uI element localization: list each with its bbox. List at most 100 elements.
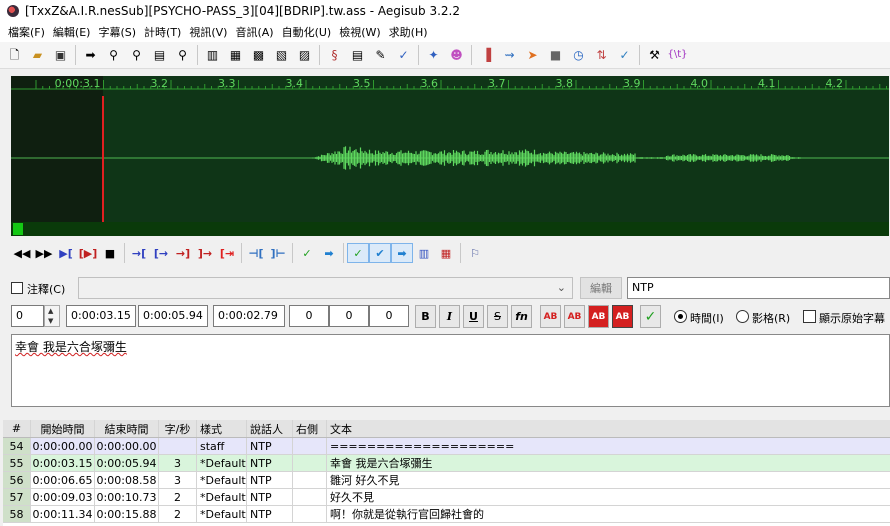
margin-right-field[interactable]: 0 bbox=[329, 305, 369, 327]
video-seek-button[interactable]: ⚲ bbox=[171, 44, 194, 66]
select-lines-button[interactable]: ■ bbox=[544, 44, 567, 66]
frame-radio[interactable] bbox=[736, 310, 749, 323]
commit-button[interactable]: ✓ bbox=[296, 243, 318, 263]
prev-line-button[interactable]: ◀◀ bbox=[11, 243, 33, 263]
play-after-button[interactable]: ]→ bbox=[194, 243, 216, 263]
table-row[interactable]: 58 0:00:11.34 0:00:15.88 2 *Default NTP 啊！你就是從… bbox=[3, 506, 890, 523]
style-manager-button[interactable]: ▨ bbox=[293, 44, 316, 66]
table-row[interactable]: 57 0:00:09.03 0:00:10.73 2 *Default NTP 好久不見 bbox=[3, 489, 890, 506]
actor-field[interactable]: NTP bbox=[627, 277, 890, 299]
menu-edit[interactable]: 編輯(E) bbox=[49, 24, 95, 40]
play-before-button[interactable]: →[ bbox=[128, 243, 150, 263]
end-time-field[interactable]: 0:00:05.94 bbox=[138, 305, 208, 327]
translation-button[interactable]: ▤ bbox=[346, 44, 369, 66]
save-file-button[interactable]: ▣ bbox=[49, 44, 72, 66]
start-time-field[interactable]: 0:00:03.15 bbox=[66, 305, 136, 327]
menu-timing[interactable]: 計時(T) bbox=[140, 24, 185, 40]
go-to-next-button[interactable]: ➡ bbox=[318, 243, 340, 263]
table-row[interactable]: 54 0:00:00.00 0:00:00.00 staff NTP ==========… bbox=[3, 438, 890, 455]
lead-in-button[interactable]: ⊣[ bbox=[245, 243, 267, 263]
properties-button[interactable]: ▥ bbox=[201, 44, 224, 66]
zoom-out-button[interactable]: ⚲ bbox=[125, 44, 148, 66]
spectrum-toggle[interactable]: ▥ bbox=[413, 243, 435, 263]
play-begin-button[interactable]: [→ bbox=[150, 243, 172, 263]
commit-edit-button[interactable]: ✓ bbox=[640, 305, 661, 328]
auto-commit-toggle[interactable]: ✓ bbox=[347, 243, 369, 263]
duration-field[interactable]: 0:00:02.79 bbox=[213, 305, 285, 327]
comment-checkbox[interactable] bbox=[11, 282, 23, 294]
primary-color-button[interactable]: AB bbox=[540, 305, 561, 328]
styling-assistant-button[interactable]: ✎ bbox=[369, 44, 392, 66]
cell-text: 幸會 我是六合塚彌生 bbox=[330, 457, 433, 470]
menu-view[interactable]: 檢視(W) bbox=[335, 24, 384, 40]
video-details-button[interactable]: ▤ bbox=[148, 44, 171, 66]
stop-button[interactable]: ■ bbox=[99, 243, 121, 263]
open-file-button[interactable]: ▰ bbox=[26, 44, 49, 66]
layer-spinner[interactable]: ▲ ▼ bbox=[44, 305, 60, 327]
italic-button[interactable]: I bbox=[439, 305, 460, 328]
table-row[interactable]: 55 0:00:03.15 0:00:05.94 3 *Default NTP 幸會 我是六… bbox=[3, 455, 890, 472]
sort-lines-button[interactable]: ⇅ bbox=[590, 44, 613, 66]
shadow-color-button[interactable]: AB bbox=[612, 305, 633, 328]
menu-audio[interactable]: 音訊(A) bbox=[231, 24, 277, 40]
automation-button[interactable]: § bbox=[323, 44, 346, 66]
show-original-checkbox[interactable] bbox=[803, 310, 816, 323]
play-end-button[interactable]: →] bbox=[172, 243, 194, 263]
zoom-in-button[interactable]: ⚲ bbox=[102, 44, 125, 66]
attachments-button[interactable]: ▦ bbox=[224, 44, 247, 66]
audio-scrollbar[interactable] bbox=[11, 222, 889, 236]
font-button[interactable]: fn bbox=[511, 305, 532, 328]
auto-commit-icon: ✓ bbox=[353, 246, 363, 260]
jump-video-button[interactable]: ➡ bbox=[79, 44, 102, 66]
subtitle-grid[interactable]: # 開始時間 結束時間 字/秒 樣式 說話人 右側 文本 54 0:00:00.0… bbox=[3, 420, 890, 526]
menu-automation[interactable]: 自動化(U) bbox=[278, 24, 336, 40]
karaoke-toggle[interactable]: ▦ bbox=[435, 243, 457, 263]
layer-field[interactable]: 0 bbox=[11, 305, 44, 327]
menu-subtitle[interactable]: 字幕(S) bbox=[94, 24, 140, 40]
secondary-color-button[interactable]: AB bbox=[564, 305, 585, 328]
new-file-button[interactable]: 🗋 bbox=[3, 44, 26, 66]
menu-video[interactable]: 視訊(V) bbox=[185, 24, 231, 40]
cell-start-time: 0:00:03.15 bbox=[31, 455, 95, 471]
edit-style-button[interactable]: 編輯 bbox=[580, 277, 622, 299]
underline-button[interactable]: U bbox=[463, 305, 484, 328]
snap-start-button[interactable]: ◷ bbox=[567, 44, 590, 66]
style-dropdown[interactable]: ⌄ bbox=[78, 277, 573, 299]
table-row[interactable]: 56 0:00:06.65 0:00:08.58 3 *Default NTP 雛河 好久不… bbox=[3, 472, 890, 489]
fonts-collector-button[interactable]: ▩ bbox=[247, 44, 270, 66]
kanji-timer-button[interactable]: ✦ bbox=[422, 44, 445, 66]
waveform-canvas[interactable]: 0:00:3.1 3.2 3.3 3.4 3.5 3.6 3.7 3.8 3.9 4.0 4.1 4.… bbox=[11, 76, 889, 222]
spell-check-button[interactable]: ✓ bbox=[392, 44, 415, 66]
strikeout-button[interactable]: S bbox=[487, 305, 508, 328]
lead-out-button[interactable]: ]⊢ bbox=[267, 243, 289, 263]
audio-waveform-display[interactable]: 0:00:3.1 3.2 3.3 3.4 3.5 3.6 3.7 3.8 3.9 4.0 4.1 4.… bbox=[11, 76, 889, 236]
menu-file[interactable]: 檔案(F) bbox=[4, 24, 49, 40]
bold-button[interactable]: B bbox=[415, 305, 436, 328]
play-line-button[interactable]: [▶] bbox=[77, 243, 99, 263]
selected-line-region[interactable] bbox=[103, 76, 889, 222]
toolbar-separator bbox=[197, 45, 198, 65]
play-to-end-button[interactable]: [⇥ bbox=[216, 243, 238, 263]
resample-audio-button[interactable]: ➤ bbox=[521, 44, 544, 66]
cell-number: 57 bbox=[3, 489, 31, 505]
options-button[interactable]: ☻ bbox=[445, 44, 468, 66]
karaoke-split-button[interactable]: ⚐ bbox=[464, 243, 486, 263]
margin-left-field[interactable]: 0 bbox=[289, 305, 329, 327]
play-selection-button[interactable]: ▶[ bbox=[55, 243, 77, 263]
timing-postprocessor-button[interactable]: ▐ bbox=[475, 44, 498, 66]
margin-vertical-field[interactable]: 0 bbox=[369, 305, 409, 327]
auto-next-toggle[interactable]: ✔ bbox=[369, 243, 391, 263]
cell-end-time: 0:00:05.94 bbox=[95, 455, 159, 471]
shift-times-button[interactable]: ⇝ bbox=[498, 44, 521, 66]
subtitle-text-editor[interactable]: 幸會 我是六合塚彌生 bbox=[11, 334, 890, 407]
menu-help[interactable]: 求助(H) bbox=[385, 24, 432, 40]
tools-button[interactable]: ⚒ bbox=[643, 44, 666, 66]
tags-button[interactable]: {\t} bbox=[666, 44, 689, 66]
time-radio[interactable] bbox=[674, 310, 687, 323]
next-line-button[interactable]: ▶▶ bbox=[33, 243, 55, 263]
check-button[interactable]: ✓ bbox=[613, 44, 636, 66]
resample-button[interactable]: ▧ bbox=[270, 44, 293, 66]
outline-color-button[interactable]: AB bbox=[588, 305, 609, 328]
auto-scroll-toggle[interactable]: ➡ bbox=[391, 243, 413, 263]
audio-scroll-thumb[interactable] bbox=[13, 223, 23, 235]
